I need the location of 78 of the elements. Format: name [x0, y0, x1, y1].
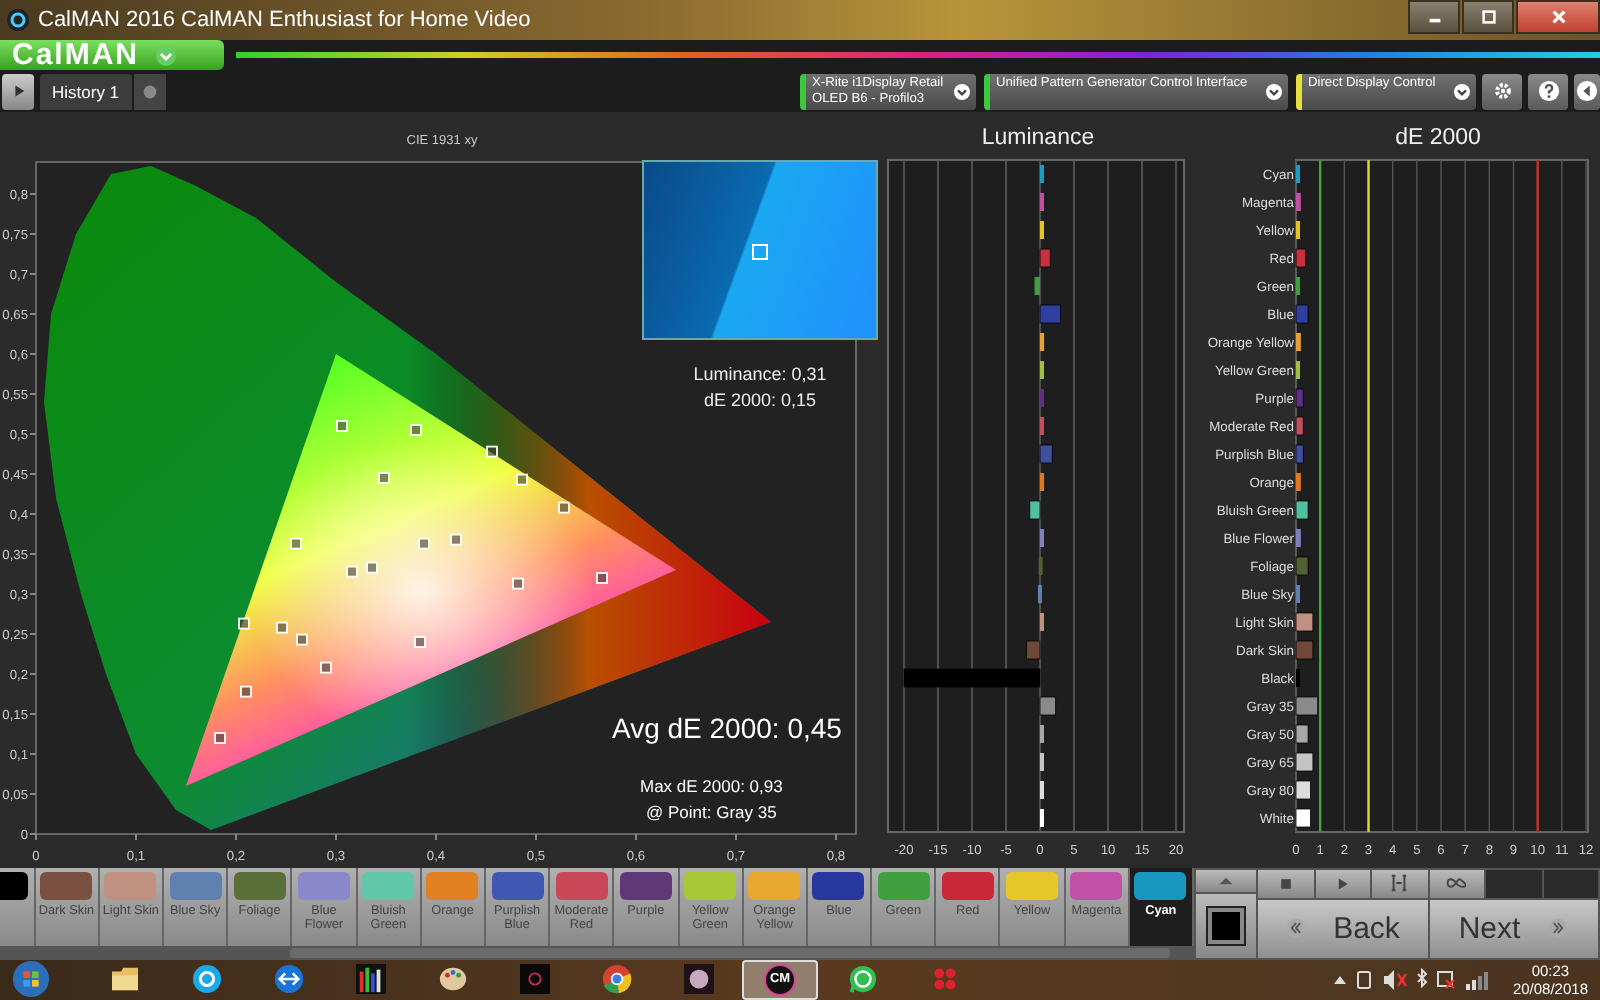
glow-icon: [683, 964, 713, 995]
up-triangle-icon: [1218, 875, 1234, 886]
data-point: [450, 533, 462, 545]
history-tab[interactable]: History 1: [40, 73, 132, 110]
play-icon: [9, 82, 27, 101]
data-point: [336, 419, 348, 432]
infinity-icon: [1446, 876, 1467, 891]
ring-icon: [519, 964, 549, 995]
help-icon: [1537, 80, 1559, 103]
max-de-text: Max dE 2000: 0,93: [640, 775, 783, 796]
readout-text: Luminance: 0,31: [693, 363, 827, 384]
stop-toggle-button[interactable]: [1196, 893, 1256, 958]
data-point: [290, 537, 302, 549]
start-button[interactable]: [8, 959, 52, 1000]
folder-icon: [109, 966, 139, 993]
chart-title: dE 2000: [1395, 125, 1481, 150]
loop-button[interactable]: [1429, 869, 1484, 898]
bar-graph-icon: [355, 964, 385, 995]
add-tab-button[interactable]: [133, 73, 166, 110]
window-title: CalMAN 2016 CalMAN Enthusiast for Home Video: [38, 8, 531, 33]
collapse-button[interactable]: [1574, 73, 1600, 110]
play-icon: [1334, 875, 1351, 892]
data-point: [320, 661, 332, 673]
data-point: [378, 471, 390, 484]
windows-orb-icon: [11, 960, 49, 999]
double-chevron-left-icon: [1285, 918, 1306, 939]
data-point: [240, 685, 252, 697]
help-button[interactable]: [1528, 73, 1568, 110]
four-dots-icon: [929, 964, 959, 995]
data-point: [276, 621, 288, 633]
caret-icon: [1266, 83, 1282, 100]
caret-icon: [1454, 83, 1470, 100]
settings-icon: [1491, 80, 1513, 103]
bracket-icon: [1390, 874, 1409, 893]
next-button[interactable]: Next: [1429, 899, 1598, 958]
app-icon: [6, 8, 30, 33]
data-point: [366, 561, 378, 573]
data-point: [214, 731, 226, 744]
square-icon: [1208, 907, 1244, 944]
data-point: [516, 473, 528, 485]
app-menu-button[interactable]: CalMAN: [0, 40, 224, 71]
data-point: [596, 571, 608, 584]
palette-icon: [437, 964, 467, 995]
stop-button[interactable]: [1258, 869, 1313, 898]
tray-icons-drawing[interactable]: [1330, 967, 1491, 992]
max-point-text: @ Point: Gray 35: [646, 801, 777, 822]
data-point: [486, 445, 498, 457]
data-point: [410, 423, 422, 436]
readout-text: dE 2000: 0,15: [703, 389, 817, 410]
data-point: [418, 537, 430, 549]
average-de-text: Avg dE 2000: 0,45: [612, 711, 842, 744]
data-point: [346, 565, 358, 577]
measure-range-button[interactable]: [1372, 869, 1427, 898]
double-chevron-right-icon: [1548, 918, 1569, 939]
play-button[interactable]: [2, 73, 34, 110]
data-point: [414, 635, 426, 648]
browser-icon: [601, 964, 631, 995]
s-circle-icon: [191, 964, 221, 995]
settings-button[interactable]: [1482, 73, 1522, 110]
eject-button[interactable]: [1196, 869, 1256, 892]
data-point: [296, 633, 308, 645]
caret-icon: [155, 45, 176, 66]
data-point: [512, 577, 524, 589]
close-icon: [1549, 8, 1567, 26]
dot-icon: [141, 83, 158, 100]
maximize-icon: [1479, 8, 1497, 26]
play-button[interactable]: [1315, 869, 1370, 898]
stop-icon: [1277, 875, 1294, 892]
maximize-button[interactable]: [1462, 0, 1514, 34]
chart-title: Luminance: [981, 125, 1095, 150]
back-button[interactable]: Back: [1258, 899, 1427, 958]
caret-icon: [954, 83, 970, 100]
close-button[interactable]: [1516, 0, 1600, 34]
data-point: [558, 501, 570, 513]
chat-bubble-icon: [847, 964, 877, 995]
minimize-button[interactable]: [1408, 0, 1460, 34]
data-point: [238, 617, 250, 629]
target-marker: [752, 243, 768, 260]
